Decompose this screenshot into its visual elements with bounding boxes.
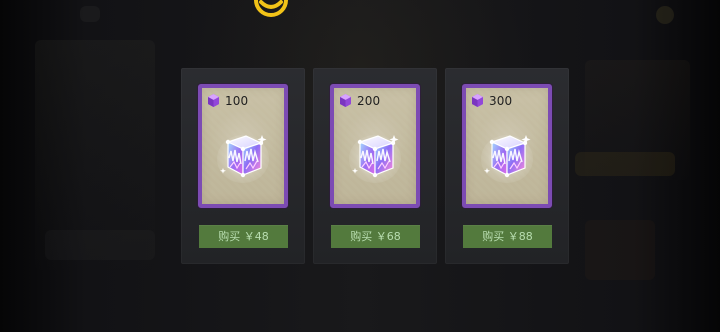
background-top-icon xyxy=(80,6,100,22)
crystal-box-icon xyxy=(481,135,533,183)
buy-button-200[interactable]: 购买 ￥68 xyxy=(331,225,420,248)
background-top-right-icon xyxy=(656,6,674,24)
gem-icon xyxy=(208,94,219,107)
shop-item-art: 300 xyxy=(462,84,552,208)
background-panel-right-lower xyxy=(585,220,655,280)
gem-amount: 300 xyxy=(489,93,513,108)
buy-button-300[interactable]: 购买 ￥88 xyxy=(463,225,552,248)
gem-amount-row: 100 xyxy=(206,93,248,108)
shop-panel: 100 购买 ￥48 200 购买 ￥68 300 购买 ￥88 xyxy=(181,68,570,264)
smile-icon xyxy=(250,0,292,22)
shop-item-art: 100 xyxy=(198,84,288,208)
shop-item-art: 200 xyxy=(330,84,420,208)
crystal-box-icon xyxy=(217,135,269,183)
game-shop-screen: 100 购买 ￥48 200 购买 ￥68 300 购买 ￥88 xyxy=(0,0,720,332)
gem-amount: 100 xyxy=(225,93,249,108)
buy-button-100[interactable]: 购买 ￥48 xyxy=(199,225,288,248)
gem-icon xyxy=(472,94,483,107)
shop-item-300: 300 购买 ￥88 xyxy=(445,68,569,264)
gem-amount: 200 xyxy=(357,93,381,108)
gem-icon xyxy=(340,94,351,107)
background-panel-left-small xyxy=(45,230,155,260)
shop-item-200: 200 购买 ￥68 xyxy=(313,68,437,264)
gem-amount-row: 200 xyxy=(338,93,380,108)
shop-item-100: 100 购买 ￥48 xyxy=(181,68,305,264)
background-highlight-bar xyxy=(575,152,675,176)
gem-amount-row: 300 xyxy=(470,93,512,108)
crystal-box-icon xyxy=(349,135,401,183)
